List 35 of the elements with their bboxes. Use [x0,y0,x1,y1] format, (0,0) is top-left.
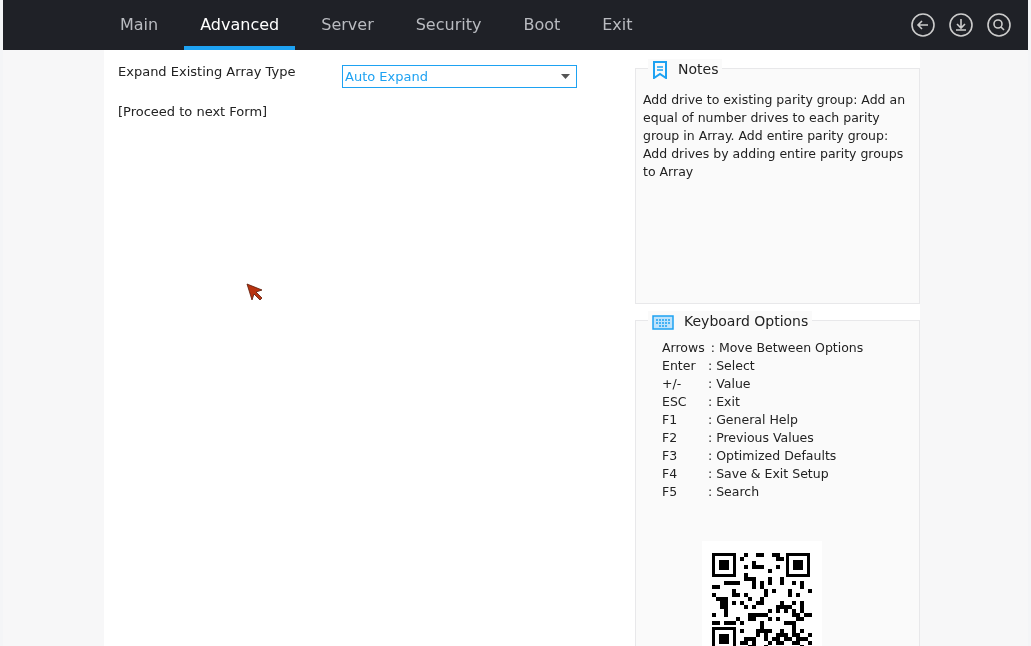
notes-text: Add drive to existing parity group: Add an equal of number drives to each parity group in Array. Add entire parity group: Add drives by adding entire parity groups to Array [643,91,907,181]
key-name: F1 [662,411,679,429]
key-name: F4 [662,465,679,483]
key-action: : General Help [708,411,798,429]
back-icon[interactable] [910,12,936,38]
key-name: F2 [662,429,679,447]
key-name: Arrows [662,339,705,357]
key-name: F3 [662,447,679,465]
key-action: : Exit [708,393,740,411]
nav-tab[interactable]: Server [305,0,390,50]
nav-tab[interactable]: Security [399,0,498,50]
mouse-pointer-icon [246,283,264,301]
key-action: : Search [708,483,760,501]
key-action: : Optimized Defaults [708,447,837,465]
nav-tab[interactable]: Exit [586,0,649,50]
search-icon[interactable] [986,12,1012,38]
field-label: Expand Existing Array Type [118,63,297,81]
nav-tab[interactable]: Boot [507,0,577,50]
notes-title: Notes [678,60,719,79]
key-action: : Value [708,375,751,393]
key-name: F5 [662,483,679,501]
key-action: : Select [708,357,755,375]
note-icon [652,60,668,79]
key-action: : Save & Exit Setup [708,465,829,483]
key-name: +/- [662,375,683,393]
nav-tab[interactable]: Main [104,0,175,50]
key-name: ESC [662,393,688,411]
caret-icon [561,74,570,79]
keyboard-options-title: Keyboard Options [684,312,809,331]
form-link[interactable]: [Proceed to next Form] [118,102,342,122]
key-name: Enter [662,357,697,375]
key-action: : Previous Values [708,429,814,447]
key-action: : Move Between Options [710,339,864,357]
download-icon[interactable] [948,12,974,38]
keyboard-icon [652,313,674,330]
